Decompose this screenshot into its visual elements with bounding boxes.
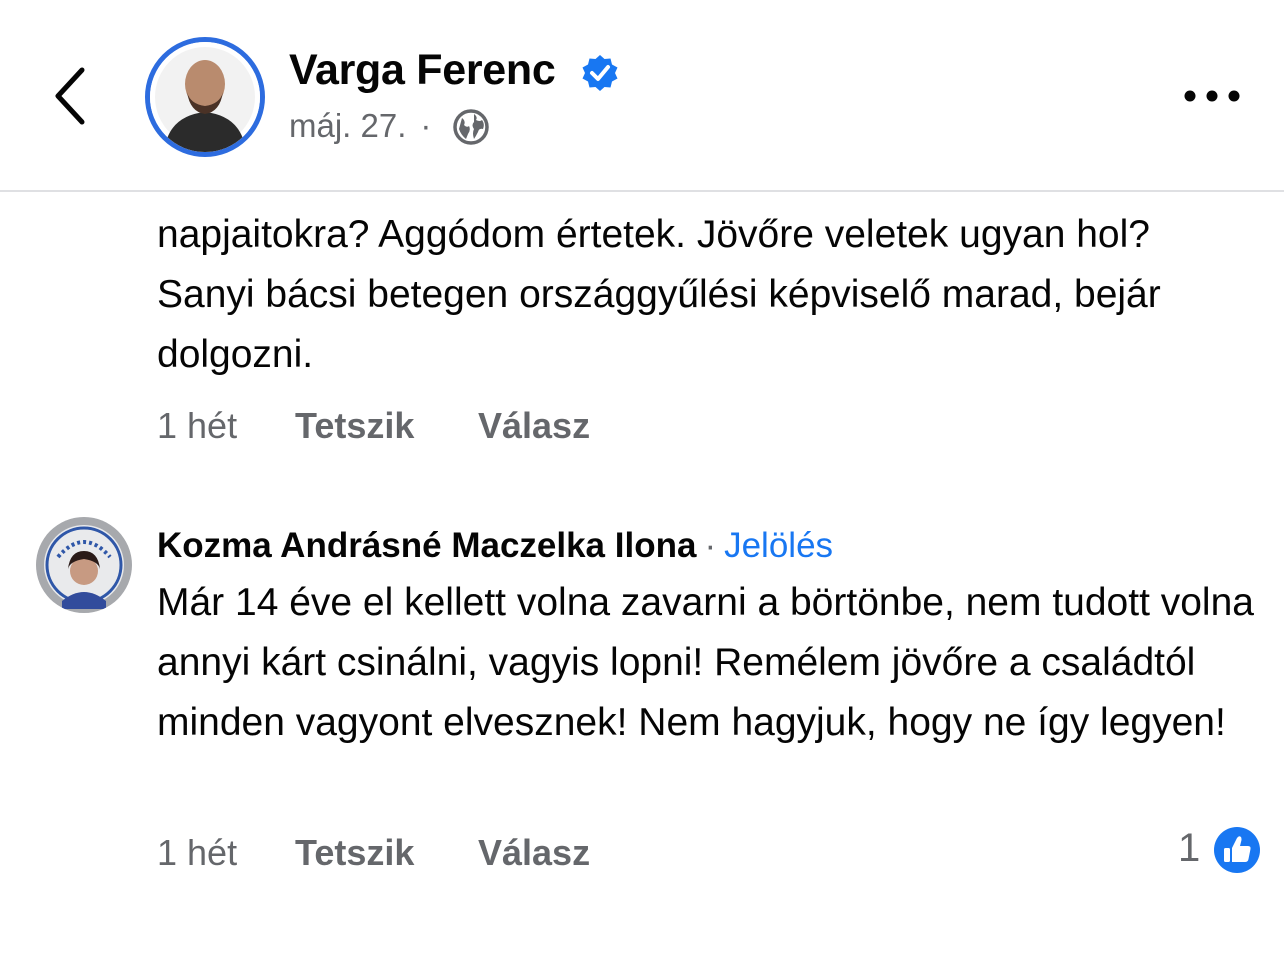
comment-actions: 1 hét Tetszik Válasz <box>157 832 590 874</box>
comment-time: 1 hét <box>157 405 238 446</box>
verified-badge-icon <box>582 55 618 91</box>
commenter-name[interactable]: Kozma Andrásné Maczelka Ilona <box>157 526 696 565</box>
post-header: Varga Ferenc máj. 27. · <box>0 0 1284 192</box>
comment-text: Már 14 éve el kellett volna zavarni a bö… <box>157 581 1254 744</box>
comment-text: napjaitokra? Aggódom értetek. Jövőre vel… <box>157 213 1161 376</box>
tag-button[interactable]: Jelölés <box>724 526 833 565</box>
commenter-avatar[interactable] <box>36 517 132 613</box>
reply-button[interactable]: Válasz <box>478 832 590 874</box>
like-button[interactable]: Tetszik <box>295 832 478 874</box>
globe-icon <box>453 109 489 145</box>
more-dots-icon[interactable] <box>1180 82 1244 110</box>
reaction-count[interactable]: 1 <box>1178 826 1200 871</box>
like-thumb-icon[interactable] <box>1211 824 1263 876</box>
separator-dot: · <box>420 107 432 144</box>
post-comments-view: napjaitokra? Aggódom értetek. Jövőre vel… <box>0 0 1284 963</box>
post-meta: máj. 27. · <box>289 107 439 145</box>
separator-dot: · <box>704 526 717 565</box>
author-avatar[interactable] <box>145 37 265 157</box>
author-avatar-image <box>150 42 260 152</box>
reply-button[interactable]: Válasz <box>478 405 590 447</box>
like-button[interactable]: Tetszik <box>295 405 478 447</box>
comment-time: 1 hét <box>157 832 238 873</box>
author-name[interactable]: Varga Ferenc <box>289 46 556 95</box>
post-date[interactable]: máj. 27. <box>289 107 406 144</box>
chevron-left-icon[interactable] <box>40 58 100 134</box>
commenter-line: Kozma Andrásné Maczelka Ilona · Jelölés <box>157 526 833 566</box>
comment-actions: 1 hét Tetszik Válasz <box>157 405 590 447</box>
commenter-avatar-image <box>36 517 132 613</box>
